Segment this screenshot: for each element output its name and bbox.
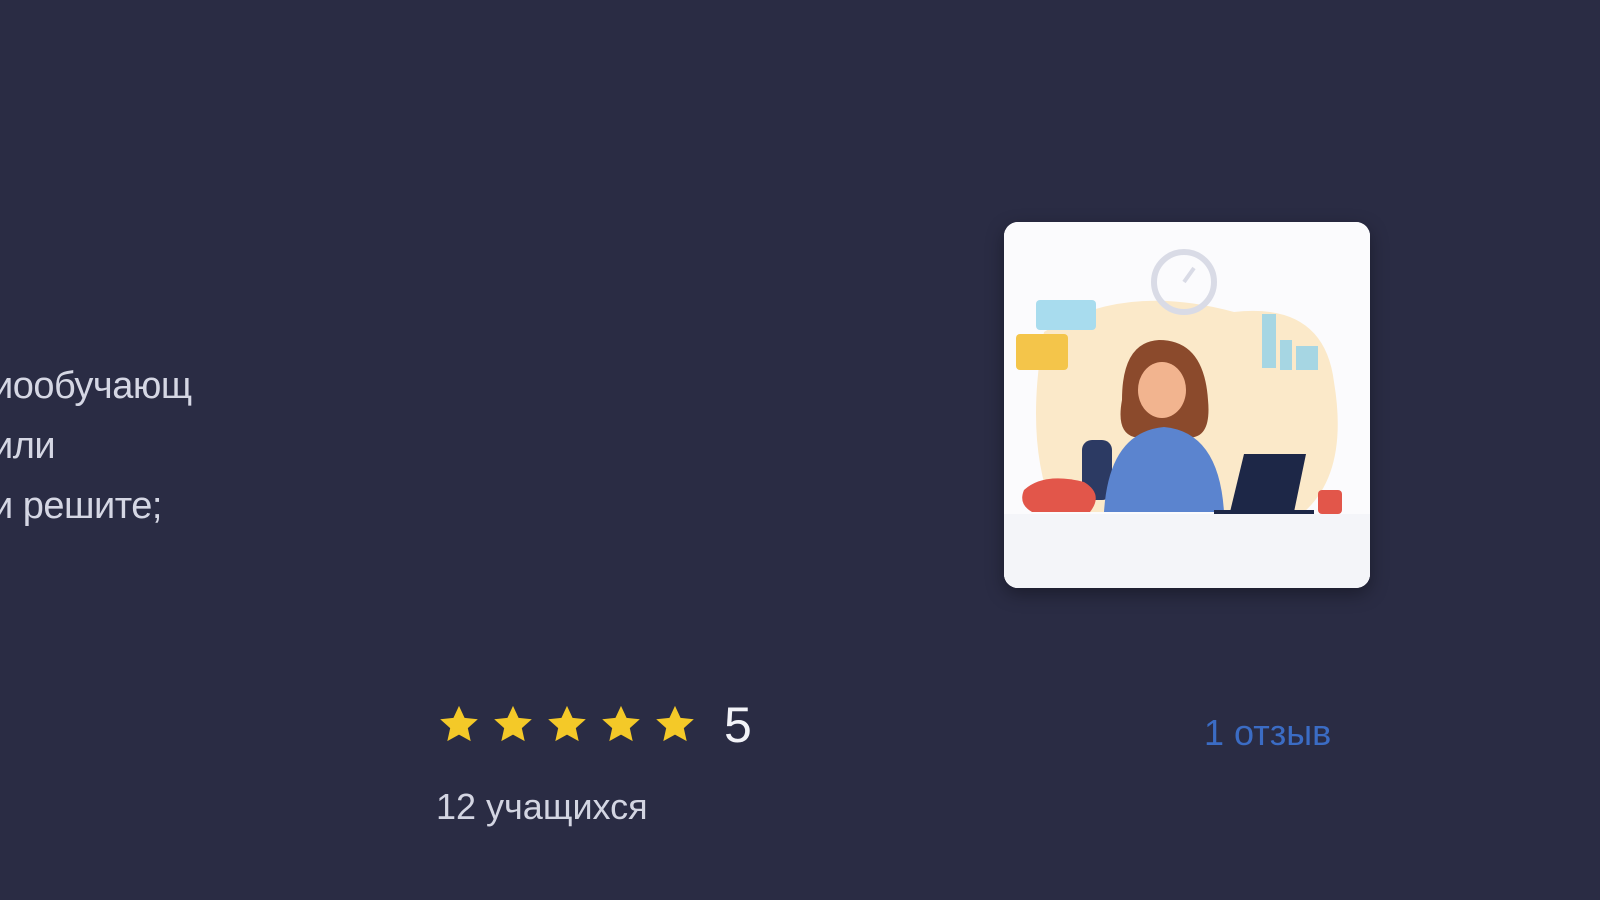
rating-score: 5: [724, 697, 752, 753]
description-line-1: иообучающ: [0, 365, 192, 407]
course-rating: 5: [436, 700, 752, 750]
reviews-link[interactable]: 1 отзыв: [1204, 712, 1331, 754]
description-line-3: и решите;: [0, 485, 162, 527]
woman-at-laptop-illustration: [1004, 222, 1370, 588]
students-count: 12 учащихся: [436, 786, 648, 827]
course-description: иообучающ или и решите;: [0, 356, 192, 536]
course-illustration-card[interactable]: [1004, 222, 1370, 588]
description-line-2: или: [0, 425, 56, 467]
star-icon: [652, 702, 698, 748]
star-icon: [490, 702, 536, 748]
star-icon: [436, 702, 482, 748]
star-icon: [598, 702, 644, 748]
star-icon: [544, 702, 590, 748]
